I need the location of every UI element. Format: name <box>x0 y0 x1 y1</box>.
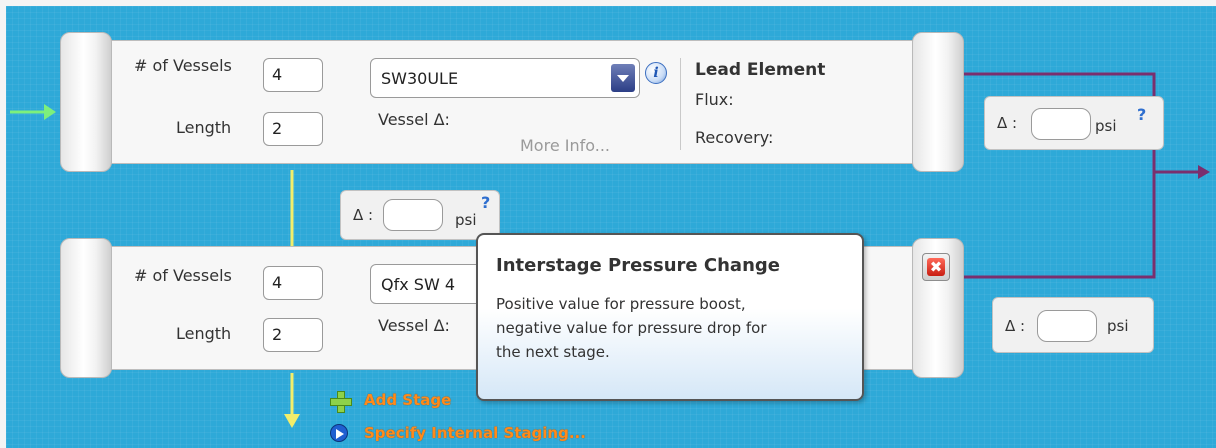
tooltip-line: negative value for pressure drop for <box>496 319 767 337</box>
stage-1-right-cap <box>912 32 964 172</box>
interstage-delta-box: Δ : psi ? <box>340 190 500 240</box>
delta-input[interactable] <box>1037 310 1097 342</box>
flux-label: Flux: <box>695 90 734 109</box>
length-label: Length <box>176 324 232 343</box>
add-stage-link[interactable]: Add Stage <box>364 391 451 409</box>
recovery-label: Recovery: <box>695 128 774 147</box>
vessels-input[interactable]: 4 <box>263 266 323 300</box>
plus-icon[interactable] <box>330 391 352 413</box>
concentrate-delta-box-1: Δ : psi ? <box>984 96 1164 150</box>
delta-input[interactable] <box>1031 108 1091 140</box>
vessels-label: # of Vessels <box>134 56 232 75</box>
delta-unit: psi <box>1107 317 1129 335</box>
help-icon[interactable]: ? <box>481 193 490 212</box>
element-select-value: SW30ULE <box>381 69 459 88</box>
concentrate-arrow-head <box>1198 165 1210 179</box>
tooltip-line: Positive value for pressure boost, <box>496 295 746 313</box>
delta-label: Δ : <box>997 114 1018 132</box>
delta-unit: psi <box>1095 117 1117 135</box>
chevron-down-icon[interactable] <box>611 64 635 92</box>
specify-internal-staging-link[interactable]: Specify Internal Staging... <box>364 424 586 442</box>
element-select[interactable]: SW30ULE <box>370 58 640 98</box>
help-icon[interactable]: ? <box>1137 105 1146 124</box>
tooltip-line: the next stage. <box>496 343 610 361</box>
lead-element-title: Lead Element <box>695 60 826 80</box>
length-label: Length <box>176 118 232 137</box>
stage-2-left-cap <box>60 238 112 378</box>
delta-label: Δ : <box>353 206 374 224</box>
element-select-value: Qfx SW 4 <box>381 275 456 294</box>
length-input[interactable]: 2 <box>263 112 323 146</box>
concentrate-delta-box-2: Δ : psi <box>992 297 1154 353</box>
vessels-label: # of Vessels <box>134 266 232 285</box>
length-input[interactable]: 2 <box>263 318 323 352</box>
permeate-arrow-head <box>284 414 300 428</box>
interstage-pressure-tooltip: Interstage Pressure Change Positive valu… <box>476 233 864 401</box>
delta-input[interactable] <box>383 199 443 231</box>
stage-1-left-cap <box>60 32 112 172</box>
remove-stage-button[interactable]: ✖ <box>922 253 950 281</box>
vessel-delta-label: Vessel Δ: <box>378 110 450 129</box>
more-info-link[interactable]: More Info... <box>520 136 610 155</box>
info-icon[interactable]: i <box>645 62 667 84</box>
stage-1: # of Vessels 4 Length 2 SW30ULE i Vessel… <box>60 32 964 172</box>
stage-1-divider <box>680 58 681 150</box>
delta-unit: psi <box>455 211 477 229</box>
vessel-delta-label: Vessel Δ: <box>378 316 450 335</box>
remove-stage-icon: ✖ <box>927 258 945 276</box>
arrow-right-icon[interactable] <box>330 424 348 442</box>
feed-arrow-head <box>44 104 56 120</box>
tooltip-title: Interstage Pressure Change <box>496 255 780 276</box>
vessels-input[interactable]: 4 <box>263 58 323 92</box>
delta-label: Δ : <box>1005 317 1026 335</box>
